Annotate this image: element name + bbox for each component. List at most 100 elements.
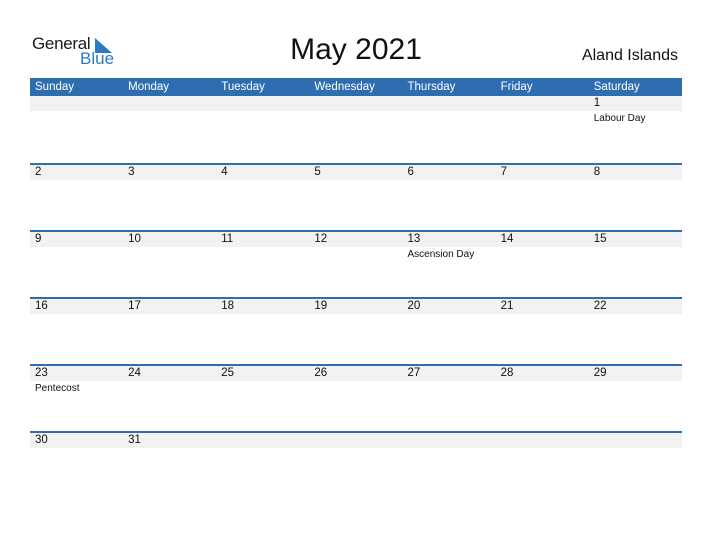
day-number: 22 (588, 299, 682, 314)
day-cell: 31 (123, 433, 217, 498)
calendar-grid: Sunday Monday Tuesday Wednesday Thursday Frid… (30, 78, 682, 498)
weekday-friday: Friday (500, 81, 533, 93)
day-number: 26 (309, 366, 403, 381)
holiday-label: Pentecost (35, 383, 80, 394)
weekday-monday: Monday (128, 81, 170, 93)
day-number: 3 (123, 165, 217, 180)
day-number (309, 96, 403, 111)
week-row: 16 17 18 19 20 21 22 (30, 297, 682, 364)
day-number: 10 (123, 232, 217, 247)
day-cell: 9 (30, 232, 124, 297)
day-number (495, 433, 589, 448)
day-cell (495, 96, 589, 161)
day-number: 4 (216, 165, 310, 180)
day-number: 29 (588, 366, 682, 381)
day-number: 30 (30, 433, 124, 448)
day-cell (30, 96, 124, 161)
day-cell: 24 (123, 366, 217, 431)
day-number: 14 (495, 232, 589, 247)
day-cell: 11 (216, 232, 310, 297)
day-cell: 5 (309, 165, 403, 230)
day-cell (309, 433, 403, 498)
day-cell: 26 (309, 366, 403, 431)
day-number: 16 (30, 299, 124, 314)
day-cell: 23 Pentecost (30, 366, 124, 431)
day-cell (216, 96, 310, 161)
day-number (30, 96, 124, 111)
day-cell: 20 (402, 299, 496, 364)
week-row: 1 Labour Day (30, 96, 682, 163)
day-cell: 3 (123, 165, 217, 230)
day-number: 2 (30, 165, 124, 180)
country-label: Aland Islands (581, 47, 678, 64)
day-cell (495, 433, 589, 498)
day-number: 11 (216, 232, 310, 247)
day-number (123, 96, 217, 111)
day-cell: 10 (123, 232, 217, 297)
day-number: 24 (123, 366, 217, 381)
day-cell: 25 (216, 366, 310, 431)
week-row: 2345678 (30, 163, 682, 230)
day-cell: 1 Labour Day (588, 96, 682, 161)
week-row: 30 31 (30, 431, 682, 498)
day-number: 12 (309, 232, 403, 247)
day-number: 6 (402, 165, 496, 180)
day-number: 1 (588, 96, 682, 111)
day-number: 13 (402, 232, 496, 247)
day-number: 31 (123, 433, 217, 448)
day-cell: 8 (588, 165, 682, 230)
day-number: 9 (30, 232, 124, 247)
holiday-label: Ascension Day (407, 249, 475, 260)
day-cell (216, 433, 310, 498)
week-row: 9 10 11 12 13 Ascension Day 14 15 (30, 230, 682, 297)
day-cell: 17 (123, 299, 217, 364)
day-number (402, 433, 496, 448)
day-number: 28 (495, 366, 589, 381)
day-cell: 27 (402, 366, 496, 431)
weekday-wednesday: Wednesday (314, 81, 375, 93)
day-number (402, 96, 496, 111)
day-number: 18 (216, 299, 310, 314)
day-cell (588, 433, 682, 498)
holiday-label: Labour Day (593, 113, 646, 124)
day-cell: 2 (30, 165, 124, 230)
day-number (216, 96, 310, 111)
day-cell: 7 (495, 165, 589, 230)
day-number: 5 (309, 165, 403, 180)
day-cell: 18 (216, 299, 310, 364)
day-number: 25 (216, 366, 310, 381)
day-cell: 28 (495, 366, 589, 431)
day-cell: 22 (588, 299, 682, 364)
day-number: 7 (495, 165, 589, 180)
weekday-saturday: Saturday (593, 81, 640, 93)
day-number: 17 (123, 299, 217, 314)
day-cell: 12 (309, 232, 403, 297)
day-cell: 13 Ascension Day (402, 232, 496, 297)
day-cell: 4 (216, 165, 310, 230)
day-number: 15 (588, 232, 682, 247)
weekday-tuesday: Tuesday (221, 81, 265, 93)
day-cell: 29 (588, 366, 682, 431)
day-cell: 19 (309, 299, 403, 364)
day-number: 27 (402, 366, 496, 381)
day-number (216, 433, 310, 448)
day-cell (309, 96, 403, 161)
week-row: 23 Pentecost 24 25 26 27 28 29 (30, 364, 682, 431)
day-cell: 15 (588, 232, 682, 297)
weekday-thursday: Thursday (407, 81, 456, 93)
weekday-header: Sunday Monday Tuesday Wednesday Thursday Frid… (30, 78, 682, 96)
day-cell: 30 (30, 433, 124, 498)
day-cell: 6 (402, 165, 496, 230)
day-cell (402, 433, 496, 498)
day-number (588, 433, 682, 448)
day-cell: 14 (495, 232, 589, 297)
day-number (309, 433, 403, 448)
day-cell: 16 (30, 299, 124, 364)
day-number: 23 (30, 366, 124, 381)
day-number (495, 96, 589, 111)
day-number: 21 (495, 299, 589, 314)
day-number: 8 (588, 165, 682, 180)
day-cell (402, 96, 496, 161)
weekday-sunday: Sunday (35, 81, 75, 93)
day-cell: 21 (495, 299, 589, 364)
